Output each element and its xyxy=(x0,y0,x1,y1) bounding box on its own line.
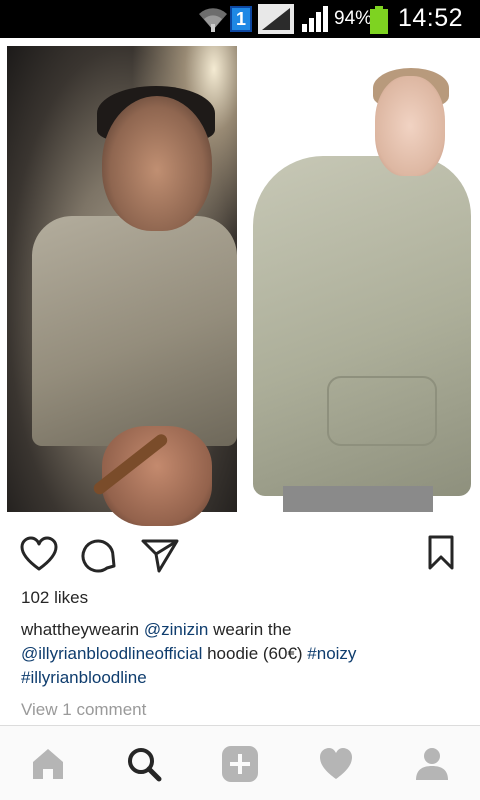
heart-icon[interactable] xyxy=(316,744,356,784)
search-icon[interactable] xyxy=(124,744,164,784)
status-bar: 1 94% 14:52 xyxy=(0,0,480,38)
hoodie-pocket xyxy=(327,376,437,446)
caption-hashtag[interactable]: #noizy xyxy=(307,644,356,663)
post-photo-left xyxy=(7,46,237,526)
caption-hashtag[interactable]: #illyrianbloodline xyxy=(21,668,147,687)
send-arrow-icon[interactable] xyxy=(140,536,180,574)
plus-icon[interactable] xyxy=(220,744,260,784)
bookmark-icon[interactable] xyxy=(426,534,456,572)
person-icon[interactable] xyxy=(412,744,452,784)
caption-text: hoodie (60€) xyxy=(202,644,308,663)
heart-outline-icon[interactable] xyxy=(20,536,58,572)
hoodie-left xyxy=(32,216,237,446)
face-left xyxy=(102,96,212,231)
bottom-nav-bar xyxy=(0,725,480,800)
battery-percent: 94% xyxy=(334,8,373,29)
likes-count[interactable]: 102 likes xyxy=(21,588,88,608)
notification-badge: 1 xyxy=(230,6,252,32)
comment-bubble-icon[interactable] xyxy=(80,536,118,574)
caption-mention[interactable]: @illyrianbloodlineofficial xyxy=(21,644,202,663)
home-icon[interactable] xyxy=(28,744,68,784)
signal-strength-icon xyxy=(258,4,294,34)
post-image[interactable] xyxy=(0,38,480,526)
view-comments-link[interactable]: View 1 comment xyxy=(21,700,146,720)
signal-strength-icon xyxy=(302,6,328,32)
clock: 14:52 xyxy=(398,4,464,32)
pants-right xyxy=(283,486,433,512)
post-caption: whattheywearin @zinizin wearin the @illy… xyxy=(21,618,461,690)
post-photo-right xyxy=(243,46,473,512)
battery-icon xyxy=(370,6,388,34)
caption-mention[interactable]: @zinizin xyxy=(144,620,209,639)
wifi-icon xyxy=(199,8,227,32)
caption-text: wearin the xyxy=(208,620,292,639)
face-right xyxy=(375,76,445,176)
caption-username[interactable]: whattheywearin xyxy=(21,620,139,639)
